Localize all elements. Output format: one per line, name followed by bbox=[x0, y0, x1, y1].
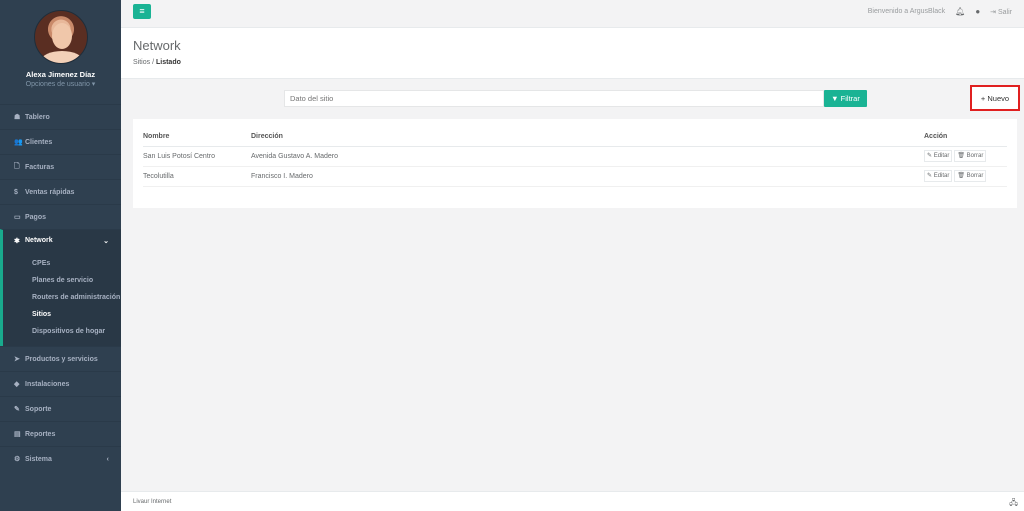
sidebar-item-instalaciones[interactable]: ◆ Instalaciones bbox=[0, 371, 121, 396]
network-icon: ✱ bbox=[14, 237, 20, 245]
bell-icon[interactable]: 🔔︎ bbox=[955, 7, 965, 16]
sidebar-item-productos[interactable]: ➤ Productos y servicios bbox=[0, 346, 121, 371]
sidebar-item-label: Sistema bbox=[25, 455, 52, 463]
menu-toggle-button[interactable]: ≡ bbox=[133, 4, 151, 19]
logout-label: Salir bbox=[997, 8, 1012, 16]
file-icon: 🗋 bbox=[14, 162, 20, 170]
sidebar-item-label: Clientes bbox=[25, 138, 53, 146]
column-header-accion: Acción bbox=[924, 127, 1007, 147]
sidebar-item-label: Tablero bbox=[25, 113, 50, 121]
sidebar-item-facturas[interactable]: 🗋 Facturas bbox=[0, 154, 121, 179]
delete-button[interactable]: 🗑 Borrar bbox=[954, 170, 987, 182]
sidebar-item-clientes[interactable]: 👥 Clientes bbox=[0, 129, 121, 154]
sidebar-item-label: Reportes bbox=[25, 430, 56, 438]
subnav-item-cpes[interactable]: CPEs bbox=[3, 255, 121, 272]
sidebar-item-label: Productos y servicios bbox=[25, 355, 98, 363]
breadcrumb-sitios[interactable]: Sitios bbox=[133, 59, 150, 66]
breadcrumb-current: Listado bbox=[155, 59, 181, 66]
network-status-icon: 🖧 bbox=[1009, 498, 1018, 507]
sidebar: Alexa Jimenez Díaz Opciones de usuario ▾… bbox=[0, 0, 121, 511]
topbar: ≡ Bienvenido a ArgusBlack 🔔︎ ● ⇥ Salir bbox=[121, 0, 1024, 28]
sites-table: Nombre Dirección Acción San Luis Potosí … bbox=[143, 127, 1007, 187]
dollar-icon: $ bbox=[14, 188, 18, 196]
tag-icon: ➤ bbox=[14, 356, 20, 363]
cell-direccion: Avenida Gustavo A. Madero bbox=[251, 146, 924, 167]
sidebar-item-tablero[interactable]: ☗ Tablero bbox=[0, 104, 121, 129]
sign-out-icon: ⇥ bbox=[990, 8, 997, 16]
table-header-row: Nombre Dirección Acción bbox=[143, 127, 1007, 147]
dashboard-icon: ☗ bbox=[14, 114, 21, 121]
sidebar-item-label: Instalaciones bbox=[25, 380, 70, 388]
sidebar-item-pagos[interactable]: ▭ Pagos bbox=[0, 204, 121, 229]
topbar-right: Bienvenido a ArgusBlack 🔔︎ ● ⇥ Salir bbox=[868, 7, 1012, 16]
chevron-down-icon: ⌄ bbox=[103, 237, 109, 245]
breadcrumb-separator: / bbox=[152, 59, 155, 66]
report-icon: ▤ bbox=[14, 431, 21, 438]
chevron-left-icon: ‹ bbox=[106, 455, 109, 463]
sidebar-nav: ☗ Tablero 👥 Clientes 🗋 Facturas $ Ventas ráp… bbox=[0, 104, 121, 471]
profile: Alexa Jimenez Díaz Opciones de usuario ▾ bbox=[0, 0, 121, 104]
sidebar-item-label: Pagos bbox=[25, 213, 47, 221]
sidebar-item-label: Soporte bbox=[25, 405, 52, 413]
network-submenu: CPEs Planes de servicio Routers de admin… bbox=[0, 251, 121, 346]
sidebar-item-label: Facturas bbox=[25, 163, 55, 171]
install-icon: ◆ bbox=[14, 381, 20, 388]
avatar[interactable] bbox=[33, 10, 88, 64]
delete-button[interactable]: 🗑 Borrar bbox=[954, 150, 987, 162]
profile-name: Alexa Jimenez Díaz bbox=[25, 70, 96, 79]
breadcrumb: Sitios / Listado bbox=[133, 59, 181, 66]
money-icon: ▭ bbox=[14, 214, 21, 221]
column-header-nombre: Nombre bbox=[143, 127, 251, 147]
sites-panel: Nombre Dirección Acción San Luis Potosí … bbox=[133, 119, 1017, 208]
new-button[interactable]: + Nuevo bbox=[970, 85, 1020, 111]
page-title: Network bbox=[133, 38, 181, 53]
filter-button[interactable]: ▼ Filtrar bbox=[824, 90, 867, 107]
subnav-item-sitios[interactable]: Sitios bbox=[3, 306, 121, 323]
welcome-text: Bienvenido a ArgusBlack bbox=[867, 8, 946, 15]
edit-button[interactable]: ✎ Editar bbox=[924, 170, 953, 182]
sidebar-item-sistema[interactable]: ⚙ Sistema ‹ bbox=[0, 446, 121, 471]
footer: Livaur Internet 🖧 bbox=[121, 491, 1024, 511]
sidebar-item-reportes[interactable]: ▤ Reportes bbox=[0, 421, 121, 446]
cell-nombre: Tecolutilla bbox=[143, 166, 251, 187]
search-input[interactable] bbox=[284, 90, 824, 107]
page-heading: Network Sitios / Listado bbox=[121, 28, 1024, 79]
sidebar-item-ventas-rapidas[interactable]: $ Ventas rápidas bbox=[0, 179, 121, 204]
wrench-icon: ✎ bbox=[14, 406, 20, 413]
subnav-item-dispositivos[interactable]: Dispositivos de hogar bbox=[3, 323, 121, 340]
cell-nombre: San Luis Potosí Centro bbox=[143, 146, 251, 167]
cogs-icon: ⚙ bbox=[14, 456, 21, 463]
logout-link[interactable]: ⇥ Salir bbox=[990, 8, 1012, 16]
cell-direccion: Francisco I. Madero bbox=[251, 166, 924, 187]
table-row: Tecolutilla Francisco I. Madero ✎ Editar… bbox=[143, 166, 1007, 187]
footer-text: Livaur Internet bbox=[133, 499, 172, 505]
table-row: San Luis Potosí Centro Avenida Gustavo A… bbox=[143, 146, 1007, 167]
sidebar-item-label: Network bbox=[25, 237, 53, 244]
filter-row: ▼ Filtrar + Nuevo bbox=[121, 79, 1024, 119]
user-options-dropdown[interactable]: Opciones de usuario ▾ bbox=[0, 80, 121, 88]
edit-button[interactable]: ✎ Editar bbox=[924, 150, 953, 162]
sidebar-item-label: Ventas rápidas bbox=[25, 188, 75, 196]
help-icon[interactable]: ● bbox=[975, 7, 980, 16]
sidebar-item-network[interactable]: ✱ Network ⌄ bbox=[0, 229, 121, 251]
subnav-item-routers[interactable]: Routers de administración bbox=[3, 289, 121, 306]
column-header-direccion: Dirección bbox=[251, 127, 924, 147]
sidebar-item-soporte[interactable]: ✎ Soporte bbox=[0, 396, 121, 421]
subnav-item-planes[interactable]: Planes de servicio bbox=[3, 272, 121, 289]
new-button-label: + Nuevo bbox=[980, 93, 1010, 103]
users-icon: 👥 bbox=[14, 139, 23, 146]
